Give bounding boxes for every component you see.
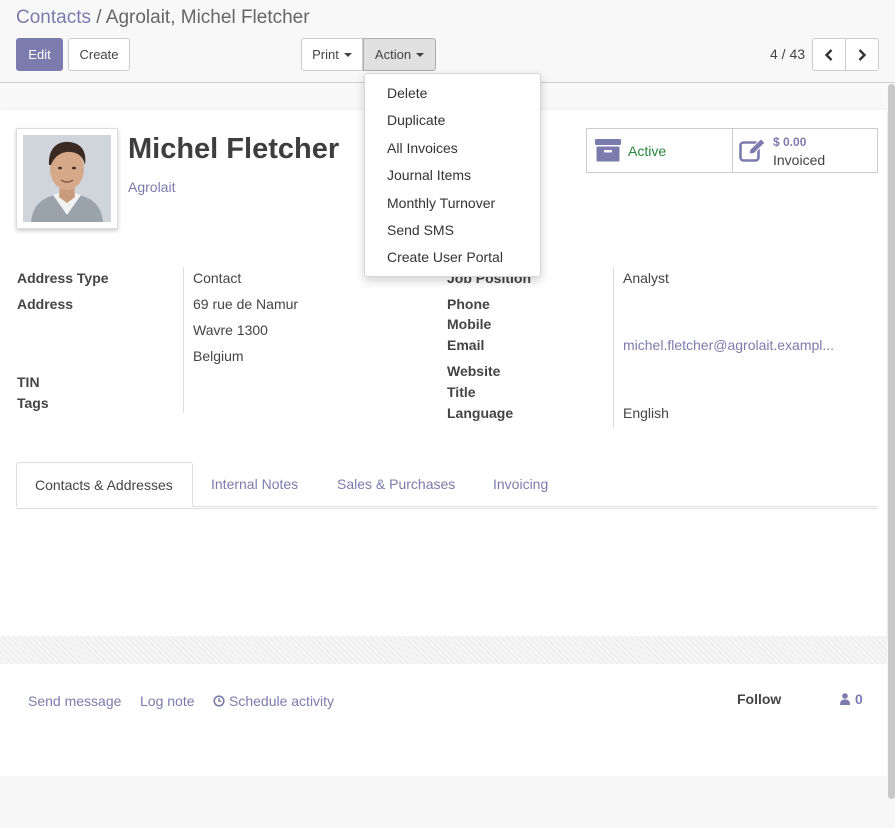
- address-type-value: Contact: [193, 270, 242, 286]
- tab-contacts-addresses[interactable]: Contacts & Addresses: [16, 462, 193, 507]
- breadcrumb: Contacts / Agrolait, Michel Fletcher: [16, 7, 310, 29]
- active-label: Active: [628, 143, 667, 159]
- sheet-bottom-band: [0, 636, 887, 664]
- edit-button-label: Edit: [28, 47, 51, 62]
- action-dropdown-button[interactable]: Action: [363, 38, 436, 71]
- active-toggle-button[interactable]: Active: [587, 129, 732, 172]
- breadcrumb-separator: /: [90, 7, 106, 28]
- language-value: English: [623, 405, 669, 421]
- pager-next-button[interactable]: [845, 38, 879, 71]
- label-value-separator: [183, 267, 184, 413]
- menu-item-create-user-portal[interactable]: Create User Portal: [365, 244, 540, 271]
- edit-button[interactable]: Edit: [16, 38, 63, 71]
- label-value-separator: [613, 267, 614, 428]
- invoiced-label: Invoiced: [773, 152, 826, 168]
- chevron-left-icon: [824, 48, 833, 61]
- email-link[interactable]: michel.fletcher@agrolait.exampl...: [623, 337, 834, 353]
- print-dropdown-button[interactable]: Print: [301, 38, 363, 71]
- person-photo-icon: [23, 135, 111, 222]
- avatar-photo: [23, 135, 111, 222]
- tab-invoicing[interactable]: Invoicing: [493, 462, 548, 507]
- tab-sales-purchases[interactable]: Sales & Purchases: [337, 462, 455, 507]
- caret-down-icon: [416, 52, 425, 57]
- address-city: Wavre 1300: [193, 322, 268, 338]
- chevron-right-icon: [858, 48, 867, 61]
- menu-item-duplicate[interactable]: Duplicate: [365, 107, 540, 134]
- clock-icon: [213, 695, 225, 707]
- create-button-label: Create: [79, 47, 119, 62]
- control-panel: Contacts / Agrolait, Michel Fletcher Edi…: [0, 0, 895, 83]
- breadcrumb-parent-link[interactable]: Contacts: [16, 7, 91, 28]
- email-label: Email: [447, 337, 485, 353]
- menu-item-monthly-turnover[interactable]: Monthly Turnover: [365, 190, 540, 217]
- address-label: Address: [17, 296, 74, 312]
- schedule-activity-label: Schedule activity: [229, 693, 335, 709]
- notebook-tabs: Contacts & Addresses Internal Notes Sale…: [16, 462, 877, 507]
- pager-previous-button[interactable]: [812, 38, 846, 71]
- pencil-square-icon: [739, 138, 766, 162]
- user-icon: [840, 693, 850, 705]
- breadcrumb-current: Agrolait, Michel Fletcher: [105, 7, 310, 28]
- smart-buttons: Active $ 0.00 Invoiced: [586, 128, 878, 173]
- create-button[interactable]: Create: [68, 38, 130, 71]
- caret-down-icon: [343, 52, 352, 57]
- avatar[interactable]: [16, 128, 118, 229]
- follow-button[interactable]: Follow: [737, 691, 781, 707]
- job-position-value: Analyst: [623, 270, 669, 286]
- tab-content-bottom-border: [16, 508, 877, 509]
- tags-label: Tags: [17, 395, 49, 411]
- phone-label: Phone: [447, 296, 490, 312]
- scrollbar[interactable]: [888, 84, 895, 799]
- title-label: Title: [447, 384, 476, 400]
- menu-item-send-sms[interactable]: Send SMS: [365, 217, 540, 244]
- log-note-link[interactable]: Log note: [140, 693, 195, 709]
- archive-icon: [595, 139, 621, 162]
- send-message-link[interactable]: Send message: [28, 693, 121, 709]
- menu-item-all-invoices[interactable]: All Invoices: [365, 135, 540, 162]
- mobile-label: Mobile: [447, 316, 492, 332]
- print-button-label: Print: [312, 47, 339, 62]
- address-type-label: Address Type: [17, 270, 109, 286]
- invoiced-button[interactable]: $ 0.00 Invoiced: [732, 129, 877, 172]
- address-country: Belgium: [193, 348, 244, 364]
- followers-button[interactable]: 0: [840, 691, 863, 707]
- chatter: Send message Log note Schedule activity …: [0, 664, 887, 776]
- schedule-activity-link[interactable]: Schedule activity: [213, 693, 334, 709]
- followers-count: 0: [855, 691, 863, 707]
- language-label: Language: [447, 405, 514, 421]
- menu-item-journal-items[interactable]: Journal Items: [365, 162, 540, 189]
- address-street: 69 rue de Namur: [193, 296, 299, 312]
- pager-value: 4 / 43: [770, 46, 806, 62]
- partner-name: Michel Fletcher: [128, 133, 340, 165]
- invoiced-amount: $ 0.00: [773, 135, 807, 149]
- tin-label: TIN: [17, 374, 40, 390]
- menu-item-delete[interactable]: Delete: [365, 80, 540, 107]
- action-button-label: Action: [374, 47, 412, 62]
- website-label: Website: [447, 363, 501, 379]
- tab-internal-notes[interactable]: Internal Notes: [211, 462, 298, 507]
- action-dropdown-menu: Delete Duplicate All Invoices Journal It…: [364, 73, 541, 277]
- company-link[interactable]: Agrolait: [128, 179, 175, 195]
